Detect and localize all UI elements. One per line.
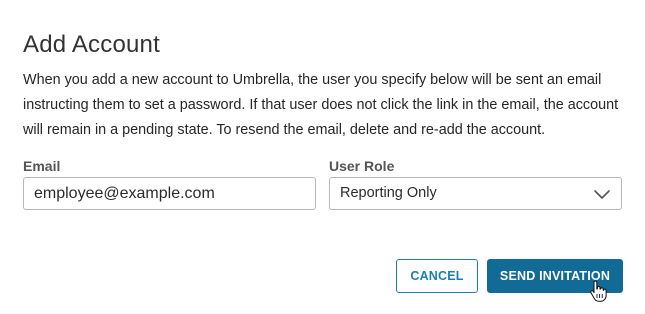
send-invitation-button[interactable]: SEND INVITATION bbox=[487, 259, 623, 293]
user-role-select[interactable]: Reporting Only bbox=[329, 177, 622, 210]
user-role-value: Reporting Only bbox=[340, 185, 437, 201]
email-field[interactable] bbox=[23, 177, 316, 210]
chevron-down-icon bbox=[594, 190, 610, 199]
dialog-description: When you add a new account to Umbrella, … bbox=[23, 72, 619, 138]
email-label: Email bbox=[23, 158, 61, 174]
dialog-title: Add Account bbox=[23, 31, 160, 58]
user-role-label: User Role bbox=[329, 158, 395, 174]
add-account-dialog: Add Account When you add a new account t… bbox=[0, 0, 645, 314]
cancel-button[interactable]: CANCEL bbox=[396, 259, 478, 293]
